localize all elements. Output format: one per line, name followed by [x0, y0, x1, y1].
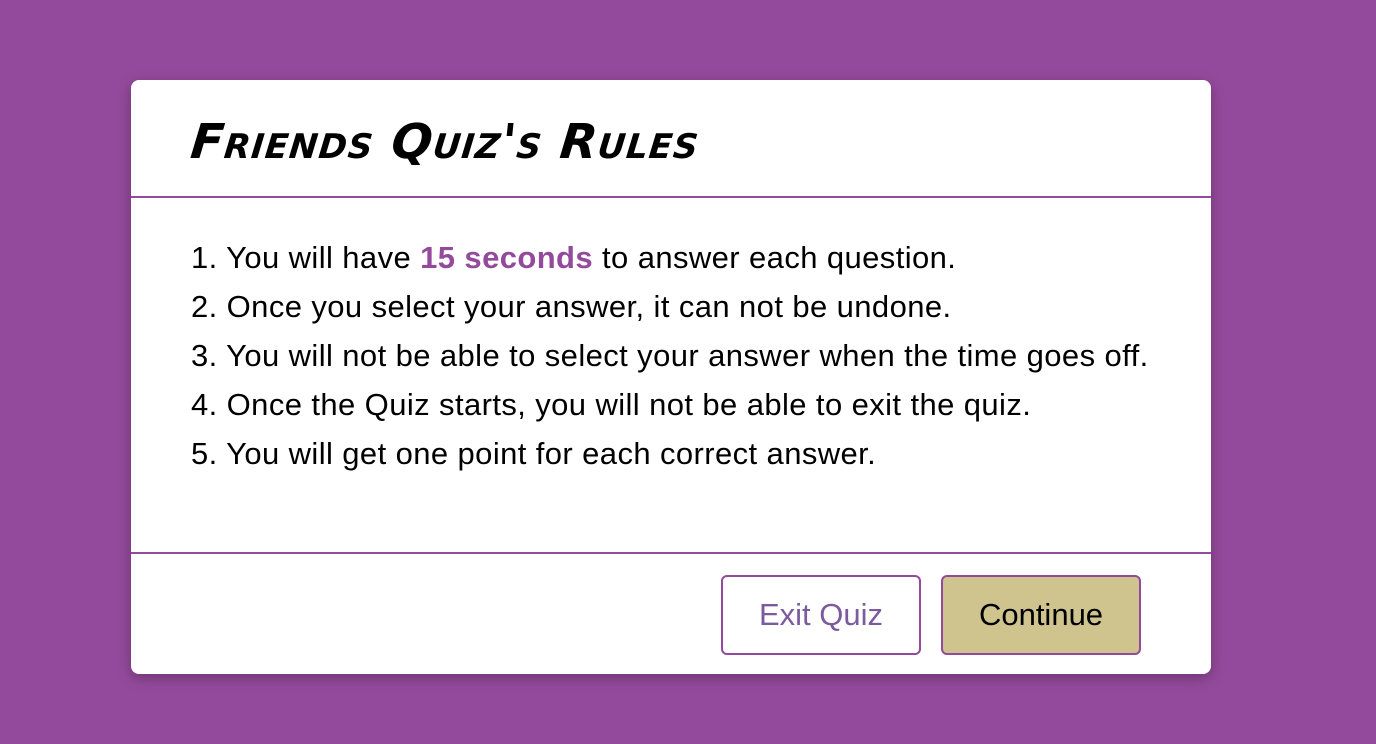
time-limit-highlight: 15 seconds: [420, 240, 594, 275]
rule-item: 1. You will have 15 seconds to answer ea…: [191, 238, 1151, 277]
rule-text: Once the Quiz starts, you will not be ab…: [226, 387, 1032, 422]
rule-item: 2. Once you select your answer, it can n…: [191, 287, 1151, 326]
rule-number: 1.: [191, 240, 218, 275]
rule-item: 3. You will not be able to select your a…: [191, 336, 1151, 375]
rules-modal: Friends Quiz's Rules 1. You will have 15…: [131, 80, 1211, 674]
rule-item: 5. You will get one point for each corre…: [191, 434, 1151, 473]
rule-text: Once you select your answer, it can not …: [226, 289, 952, 324]
modal-title: Friends Quiz's Rules: [188, 114, 703, 170]
modal-header: Friends Quiz's Rules: [131, 80, 1211, 198]
continue-button[interactable]: Continue: [941, 575, 1141, 655]
rule-item: 4. Once the Quiz starts, you will not be…: [191, 385, 1151, 424]
modal-footer: Exit Quiz Continue: [131, 554, 1211, 674]
exit-quiz-button[interactable]: Exit Quiz: [721, 575, 921, 655]
modal-body: 1. You will have 15 seconds to answer ea…: [131, 198, 1211, 554]
rule-text: to answer each question.: [602, 240, 957, 275]
rule-number: 5.: [191, 436, 218, 471]
rule-number: 3.: [191, 338, 218, 373]
rule-number: 4.: [191, 387, 218, 422]
rules-list: 1. You will have 15 seconds to answer ea…: [191, 238, 1151, 473]
rule-number: 2.: [191, 289, 218, 324]
rule-text: You will have: [226, 240, 412, 275]
rule-text: You will not be able to select your answ…: [226, 338, 1149, 373]
rule-text: You will get one point for each correct …: [226, 436, 877, 471]
